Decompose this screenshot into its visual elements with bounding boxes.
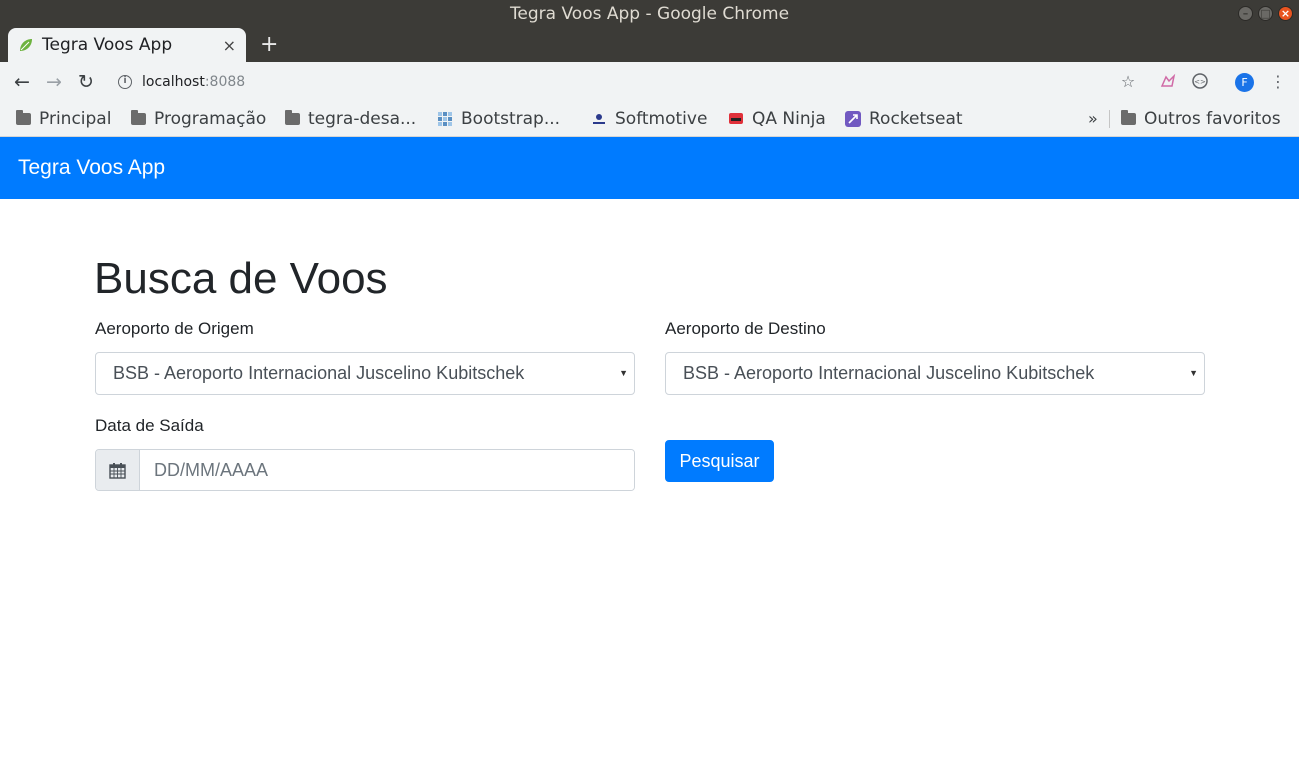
bookmark-rocketseat[interactable]: Rocketseat xyxy=(845,102,963,136)
folder-icon xyxy=(131,110,146,125)
site-info-icon[interactable]: i xyxy=(118,75,132,89)
bookmark-softmotive[interactable]: Softmotive xyxy=(591,102,707,136)
bookmark-label: Outros favoritos xyxy=(1144,109,1281,129)
tab-strip: Tegra Voos App × + xyxy=(0,28,1299,62)
date-input-group xyxy=(95,449,635,491)
svg-text:<>: <> xyxy=(1194,78,1206,86)
folder-icon xyxy=(16,110,31,125)
bookmark-label: Programação xyxy=(154,109,267,129)
app-navbar: Tegra Voos App xyxy=(0,137,1299,199)
chrome-menu-icon[interactable]: ⋮ xyxy=(1268,72,1288,92)
folder-icon xyxy=(285,110,300,125)
bookmark-outros-favoritos[interactable]: Outros favoritos xyxy=(1121,102,1281,136)
window-title: Tegra Voos App - Google Chrome xyxy=(509,4,790,24)
bookmark-label: tegra-desa... xyxy=(308,109,417,129)
window-titlebar: Tegra Voos App - Google Chrome – □ × xyxy=(0,0,1299,28)
maximize-icon[interactable]: □ xyxy=(1258,6,1273,21)
extension-code-icon[interactable]: <> xyxy=(1190,72,1210,92)
bookmark-principal[interactable]: Principal xyxy=(16,102,111,136)
window-controls: – □ × xyxy=(1238,6,1293,21)
destination-selected-value: BSB - Aeroporto Internacional Juscelino … xyxy=(683,363,1095,383)
search-button[interactable]: Pesquisar xyxy=(665,440,774,482)
bookmarks-overflow-icon[interactable]: » xyxy=(1088,102,1098,136)
chevron-down-icon: ▼ xyxy=(1189,368,1198,378)
origin-label: Aeroporto de Origem xyxy=(95,319,254,338)
origin-selected-value: BSB - Aeroporto Internacional Juscelino … xyxy=(113,363,525,383)
tab-close-icon[interactable]: × xyxy=(223,36,236,55)
navbar-brand[interactable]: Tegra Voos App xyxy=(18,137,165,199)
date-label: Data de Saída xyxy=(95,416,204,435)
url-host: localhost xyxy=(142,74,205,90)
chevron-down-icon: ▼ xyxy=(619,368,628,378)
forward-icon[interactable]: → xyxy=(42,70,66,94)
bookmark-programacao[interactable]: Programação xyxy=(131,102,266,136)
bookmark-bootstrap[interactable]: Bootstrap... xyxy=(437,102,560,136)
date-field[interactable] xyxy=(140,450,634,490)
new-tab-icon[interactable]: + xyxy=(260,32,278,57)
back-icon[interactable]: ← xyxy=(10,70,34,94)
bookmark-qa-ninja[interactable]: QA Ninja xyxy=(728,102,826,136)
qa-ninja-favicon xyxy=(729,113,743,124)
rocketseat-favicon xyxy=(845,111,861,127)
tab-title: Tegra Voos App xyxy=(42,35,173,55)
bookmark-label: Softmotive xyxy=(615,109,708,129)
reload-icon[interactable]: ↻ xyxy=(74,70,98,94)
url-port: :8088 xyxy=(204,74,246,90)
bookmarks-separator xyxy=(1109,110,1110,128)
folder-icon xyxy=(1121,110,1136,125)
page-title: Busca de Voos xyxy=(94,254,388,303)
bookmark-label: Bootstrap... xyxy=(461,109,561,129)
bootstrap-favicon xyxy=(438,112,452,126)
calendar-icon[interactable] xyxy=(96,450,140,490)
spring-leaf-icon xyxy=(20,39,32,51)
close-window-icon[interactable]: × xyxy=(1278,6,1293,21)
softmotive-favicon xyxy=(593,114,605,124)
bookmark-star-icon[interactable]: ☆ xyxy=(1118,72,1138,92)
profile-avatar[interactable]: F xyxy=(1235,73,1254,92)
extension-unicorn-icon[interactable] xyxy=(1158,72,1178,92)
address-bar[interactable]: i localhost:8088 xyxy=(110,68,1150,96)
bookmark-label: QA Ninja xyxy=(752,109,826,129)
browser-toolbar: ← → ↻ i localhost:8088 ☆ <> F ⋮ xyxy=(0,62,1299,102)
origin-select[interactable]: BSB - Aeroporto Internacional Juscelino … xyxy=(95,352,635,395)
bookmark-label: Principal xyxy=(39,109,112,129)
tab-tegra-voos[interactable]: Tegra Voos App × xyxy=(8,28,246,62)
destination-label: Aeroporto de Destino xyxy=(665,319,826,338)
destination-select[interactable]: BSB - Aeroporto Internacional Juscelino … xyxy=(665,352,1205,395)
bookmarks-bar: Principal Programação tegra-desa... Boot… xyxy=(0,102,1299,137)
minimize-icon[interactable]: – xyxy=(1238,6,1253,21)
bookmark-tegra-desa[interactable]: tegra-desa... xyxy=(285,102,416,136)
bookmark-label: Rocketseat xyxy=(869,109,963,129)
